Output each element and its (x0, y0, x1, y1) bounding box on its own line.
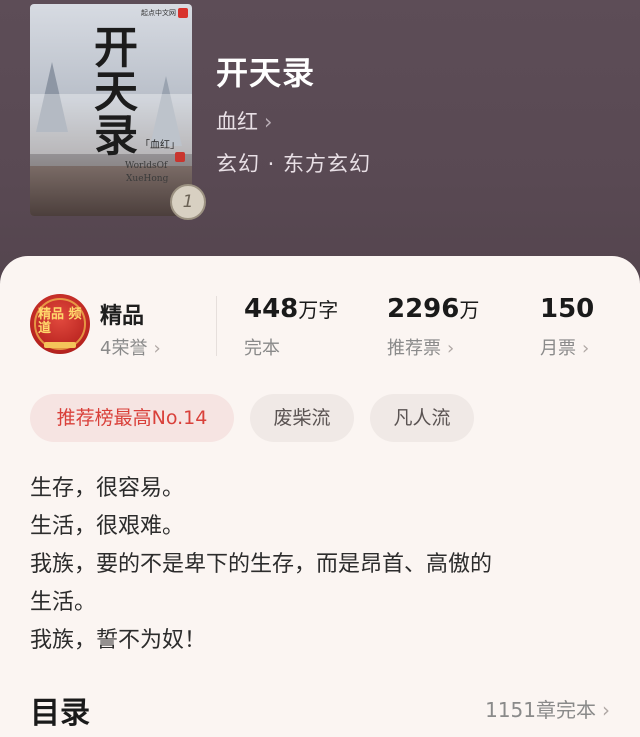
chevron-right-icon: › (447, 338, 455, 359)
cover-author-art: 「血红」 (140, 140, 180, 151)
quality-badge-icon[interactable]: 精品 频道 (30, 294, 90, 354)
cover-seal-icon (175, 152, 185, 162)
word-count-value: 448 (244, 294, 299, 324)
recommend-votes-value: 2296 (387, 294, 460, 324)
publisher-logo-icon (178, 8, 188, 18)
description-line: 我族，誓不为奴！ (30, 628, 207, 653)
author-link[interactable]: 血红 › (216, 106, 272, 136)
book-title: 开天录 (216, 54, 316, 92)
book-description[interactable]: 生存，很容易。 生活，很艰难。 我族，要的不是卑下的生存，而是昂首、高傲的 生活… (30, 470, 620, 660)
honor-count: 4荣誉 (100, 338, 148, 359)
description-line: 生活。 (30, 590, 97, 615)
completion-status: 完本 (244, 338, 280, 359)
monthly-votes-link[interactable]: 月票 › (540, 334, 589, 360)
recommend-votes-unit: 万 (459, 298, 480, 322)
word-count-unit: 万字 (298, 298, 339, 322)
chevron-right-icon: › (153, 338, 161, 359)
badge-ribbon (44, 342, 76, 348)
book-detail-card: 精品 频道 精品 4荣誉 › 448万字 完本 2296万 推荐票 › 150 月票… (0, 256, 640, 737)
tag-ranking[interactable]: 推荐榜最高No.14 (30, 394, 234, 442)
chevron-right-icon: › (602, 698, 610, 722)
tag-genre-2[interactable]: 凡人流 (370, 394, 474, 442)
monthly-votes: 150 (540, 294, 594, 324)
cover-english-title: WorldsOf (125, 161, 168, 171)
description-line: 生存，很容易。 (30, 476, 185, 501)
word-count: 448万字 (244, 294, 338, 324)
monthly-votes-label: 月票 (540, 338, 576, 359)
quality-label: 精品 (100, 304, 145, 329)
cover-publisher: 起点中文网 (141, 9, 176, 17)
book-cover[interactable]: 开天录 起点中文网 「血红」 WorldsOf XueHong (30, 4, 192, 216)
chevron-right-icon: › (582, 338, 590, 359)
recommend-votes-label: 推荐票 (387, 338, 441, 359)
tag-genre-1[interactable]: 废柴流 (250, 394, 354, 442)
monthly-votes-value: 150 (540, 294, 595, 324)
toc-title: 目录 (30, 696, 90, 731)
badge-text: 精品 频道 (38, 307, 82, 336)
cover-title-art: 开天录 (86, 24, 137, 156)
chevron-right-icon: › (264, 110, 273, 134)
book-genre: 玄幻 · 东方玄幻 (216, 152, 372, 176)
chapter-count: 1151章完本 (485, 698, 596, 722)
description-line: 我族，要的不是卑下的生存，而是昂首、高傲的 (30, 552, 493, 577)
honor-link[interactable]: 4荣誉 › (100, 334, 161, 360)
description-line: 生活，很艰难。 (30, 514, 185, 539)
divider (216, 296, 217, 356)
recommend-votes: 2296万 (387, 294, 479, 324)
author-name: 血红 (216, 110, 258, 134)
volume-badge: 1 (170, 184, 206, 220)
cover-english-author: XueHong (126, 174, 169, 184)
book-header: 开天录 起点中文网 「血红」 WorldsOf XueHong 1 开天录 血红… (0, 0, 640, 300)
toc-link[interactable]: 1151章完本 › (485, 694, 610, 723)
recommend-votes-link[interactable]: 推荐票 › (387, 334, 454, 360)
